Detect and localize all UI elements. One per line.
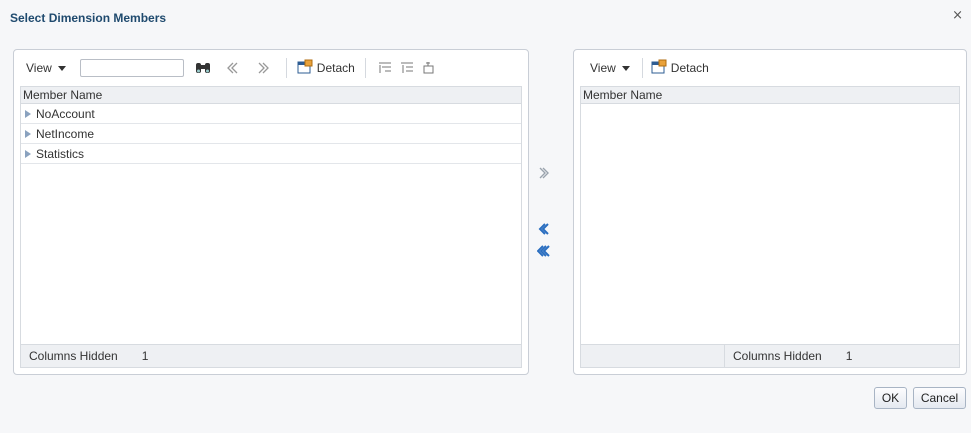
chevron-down-icon xyxy=(57,65,66,71)
left-detach-button[interactable]: Detach xyxy=(297,59,355,77)
left-detach-label: Detach xyxy=(316,61,355,75)
footer-cell xyxy=(581,345,725,367)
move-left-icon[interactable] xyxy=(536,221,552,237)
binoculars-icon[interactable] xyxy=(194,59,212,77)
left-view-label: View xyxy=(26,61,52,75)
expand-tree-icon[interactable] xyxy=(376,59,394,77)
dialog-title: Select Dimension Members xyxy=(10,11,167,25)
double-chevron-right-icon[interactable] xyxy=(254,59,272,77)
available-members-list: NoAccount NetIncome Statistics xyxy=(20,104,522,344)
list-item[interactable]: NetIncome xyxy=(21,124,521,144)
focus-icon[interactable] xyxy=(420,59,438,77)
right-column-header[interactable]: Member Name xyxy=(580,86,960,104)
left-view-menu[interactable]: View xyxy=(22,58,70,78)
selected-members-list xyxy=(580,104,960,344)
double-chevron-left-icon[interactable] xyxy=(224,59,242,77)
expand-icon[interactable] xyxy=(25,109,31,118)
list-item[interactable]: Statistics xyxy=(21,144,521,164)
close-button[interactable]: × xyxy=(952,8,963,23)
member-label: NetIncome xyxy=(36,126,95,141)
toolbar-separator xyxy=(641,58,643,78)
right-view-label: View xyxy=(590,61,616,75)
left-toolbar: View Detach xyxy=(14,50,528,86)
columns-hidden-label: Columns Hidden xyxy=(29,349,118,363)
selected-members-panel: View Detach Member Name Columns Hidden 1 xyxy=(573,49,967,375)
move-all-left-icon[interactable] xyxy=(536,243,552,259)
list-item[interactable]: NoAccount xyxy=(21,104,521,124)
columns-hidden-count: 1 xyxy=(141,349,149,363)
right-view-menu[interactable]: View xyxy=(586,58,634,78)
right-detach-button[interactable]: Detach xyxy=(651,59,709,77)
right-status-bar: Columns Hidden 1 xyxy=(580,344,960,368)
move-right-icon[interactable] xyxy=(536,165,552,181)
ok-button[interactable]: OK xyxy=(874,387,907,409)
right-detach-label: Detach xyxy=(670,61,709,75)
columns-hidden-count: 1 xyxy=(845,349,853,363)
left-status-bar: Columns Hidden 1 xyxy=(20,344,522,368)
expand-icon[interactable] xyxy=(25,149,31,158)
left-column-header[interactable]: Member Name xyxy=(20,86,522,104)
expand-icon[interactable] xyxy=(25,129,31,138)
member-label: NoAccount xyxy=(36,106,95,121)
detach-icon xyxy=(651,59,667,77)
chevron-down-icon xyxy=(621,65,630,71)
columns-hidden-label: Columns Hidden xyxy=(733,349,822,363)
detach-icon xyxy=(297,59,313,77)
member-label: Statistics xyxy=(36,146,85,161)
right-toolbar: View Detach xyxy=(574,50,966,86)
toolbar-separator xyxy=(364,58,366,78)
toolbar-separator xyxy=(285,58,287,78)
available-members-panel: View Detach Member Name NoAccount NetInc… xyxy=(13,49,529,375)
search-input[interactable] xyxy=(79,59,184,77)
collapse-tree-icon[interactable] xyxy=(398,59,416,77)
cancel-button[interactable]: Cancel xyxy=(913,387,966,409)
